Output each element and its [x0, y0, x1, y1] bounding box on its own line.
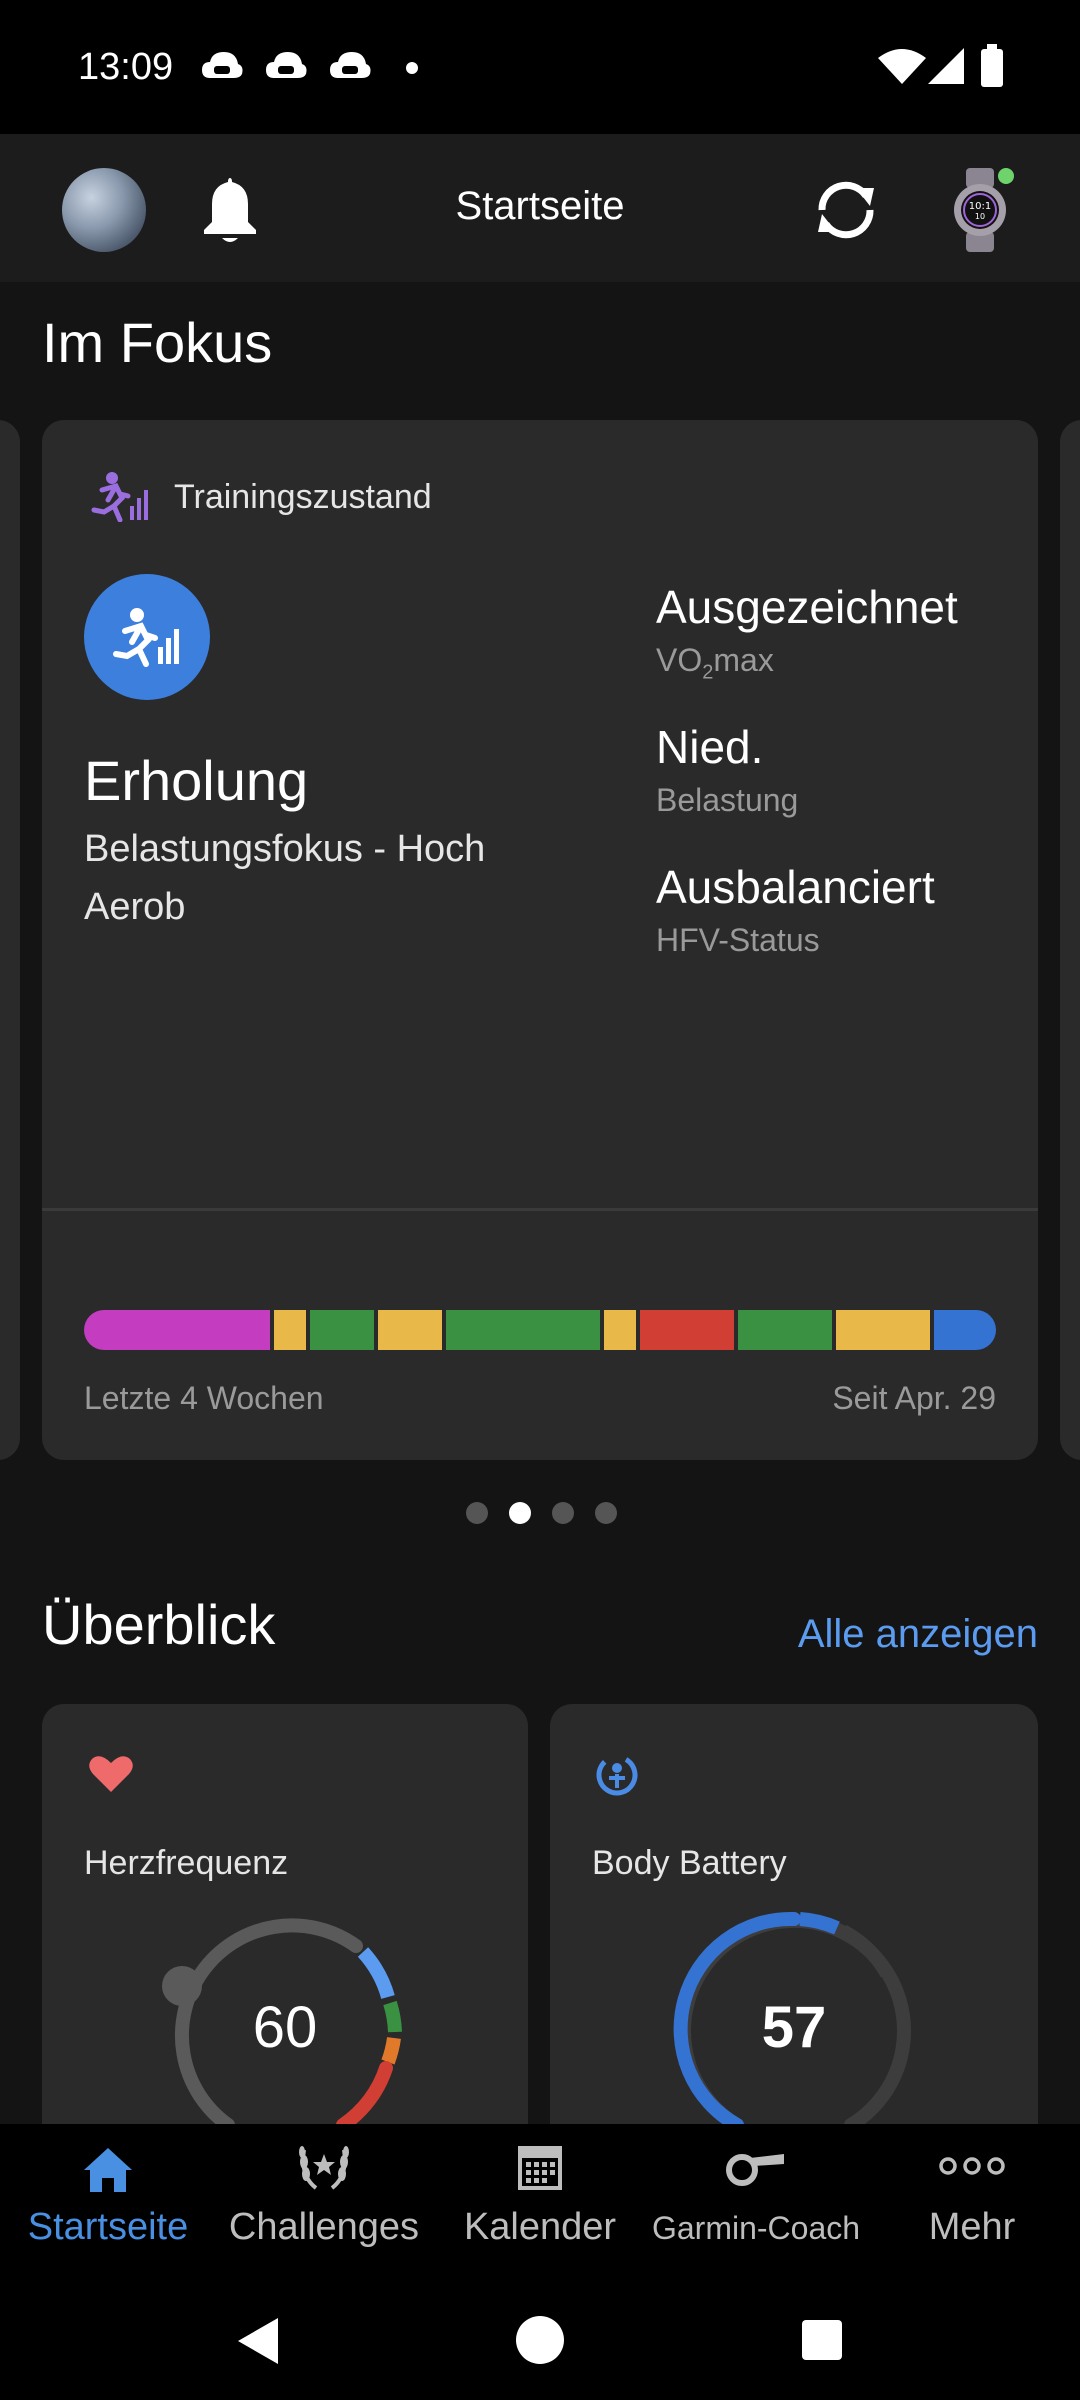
status-badge — [84, 574, 210, 700]
nav-label-challenges: Challenges — [228, 2206, 420, 2248]
metric-load-value: Nied. — [656, 721, 764, 773]
timeline-segment — [640, 1310, 734, 1350]
metric-hrv-label: HFV-Status — [656, 922, 820, 958]
training-runner-icon — [113, 608, 179, 667]
metric-hrv-value: Ausbalanciert — [656, 861, 935, 913]
show-all-link[interactable]: Alle anzeigen — [798, 1612, 1038, 1657]
training-status-subtitle: Belastungsfokus - Hoch Aerob — [84, 828, 486, 928]
nav-item-challenges[interactable]: Challenges — [216, 2124, 432, 2286]
body-battery-icon — [596, 1754, 638, 1796]
more-icon — [939, 2157, 1005, 2175]
nav-item-garmin-coach[interactable]: Garmin-Coach — [648, 2124, 864, 2286]
nav-label-kalender: Kalender — [463, 2206, 617, 2248]
nav-label-garmin-coach: Garmin-Coach — [651, 2210, 861, 2246]
heart-rate-card[interactable]: Herzfrequenz 60 — [42, 1704, 528, 2124]
recents-icon[interactable] — [802, 2320, 842, 2360]
timeline-segment — [84, 1310, 270, 1350]
training-status-card[interactable]: Trainingszustand Erholung Belastungsfoku… — [42, 420, 1038, 1460]
timeline-segment — [604, 1310, 636, 1350]
heart-rate-title: Herzfrequenz — [84, 1844, 289, 1882]
nav-label-startseite: Startseite — [27, 2206, 189, 2248]
signal-icon — [928, 48, 964, 84]
cloud-game-icon — [330, 52, 371, 78]
section-title-focus: Im Fokus — [42, 311, 273, 374]
wifi-icon — [878, 49, 926, 84]
calendar-icon — [518, 2146, 562, 2190]
timeline-end-label: Seit Apr. 29 — [832, 1380, 996, 1416]
heart-icon — [89, 1756, 133, 1792]
home-icon — [84, 2148, 132, 2192]
nav-item-startseite[interactable]: Startseite — [0, 2124, 216, 2286]
status-time: 13:09 — [78, 46, 174, 88]
metric-vo2max-label: VO2max — [656, 642, 774, 684]
section-title-overview: Überblick — [42, 1593, 276, 1656]
nav-label-mehr: Mehr — [928, 2206, 1016, 2248]
home-circle-icon[interactable] — [516, 2316, 564, 2364]
timeline-segment — [836, 1310, 930, 1350]
svg-text:10: 10 — [975, 212, 985, 221]
body-battery-value: 57 — [761, 1995, 827, 2060]
laurel-icon — [299, 2146, 349, 2190]
battery-icon — [981, 44, 1003, 87]
pager-dot[interactable] — [595, 1502, 617, 1524]
training-status-value: Erholung — [84, 749, 309, 812]
nav-item-mehr[interactable]: Mehr — [864, 2124, 1080, 2286]
sync-icon[interactable] — [810, 174, 882, 246]
watch-icon[interactable]: 10:1 10 — [940, 162, 1020, 258]
svg-text:10:1: 10:1 — [969, 201, 991, 212]
whistle-icon — [726, 2154, 784, 2186]
training-status-icon — [91, 472, 148, 522]
bell-icon[interactable] — [198, 174, 262, 246]
training-timeline — [84, 1310, 996, 1350]
timeline-segment — [446, 1310, 600, 1350]
timeline-segment — [934, 1310, 996, 1350]
carousel-card-prev[interactable] — [0, 420, 20, 1460]
heart-rate-value: 60 — [252, 1995, 318, 2060]
timeline-segment — [274, 1310, 306, 1350]
main-content: Im Fokus Trainingszustand Erholung Belas… — [0, 282, 1080, 2124]
back-icon[interactable] — [234, 2316, 282, 2366]
carousel-card-next[interactable] — [1060, 420, 1080, 1460]
dot-icon — [406, 62, 418, 74]
page-title: Startseite — [455, 184, 625, 228]
metric-load-label: Belastung — [656, 782, 799, 818]
body-battery-card[interactable]: Body Battery 57 — [550, 1704, 1038, 2124]
bottom-navigation: Startseite Challenges Kalender Garmin-Co… — [0, 2124, 1080, 2286]
metric-vo2max-value: Ausgezeichnet — [656, 581, 958, 633]
cloud-game-icon — [266, 52, 307, 78]
body-battery-title: Body Battery — [592, 1844, 787, 1882]
timeline-segment — [310, 1310, 374, 1350]
card-label: Trainingszustand — [174, 478, 432, 516]
divider — [42, 1208, 1038, 1211]
timeline-segment — [738, 1310, 832, 1350]
system-navigation — [0, 2286, 1080, 2400]
app-bar: Startseite 10:1 10 — [0, 134, 1080, 282]
cloud-game-icon — [202, 52, 243, 78]
avatar[interactable] — [62, 168, 146, 252]
pager-dot[interactable] — [466, 1502, 488, 1524]
timeline-segment — [378, 1310, 442, 1350]
pager-dot[interactable] — [552, 1502, 574, 1524]
pager-dot-active[interactable] — [509, 1502, 531, 1524]
timeline-start-label: Letzte 4 Wochen — [84, 1380, 324, 1416]
nav-item-kalender[interactable]: Kalender — [432, 2124, 648, 2286]
status-bar: 13:09 — [0, 0, 1080, 134]
